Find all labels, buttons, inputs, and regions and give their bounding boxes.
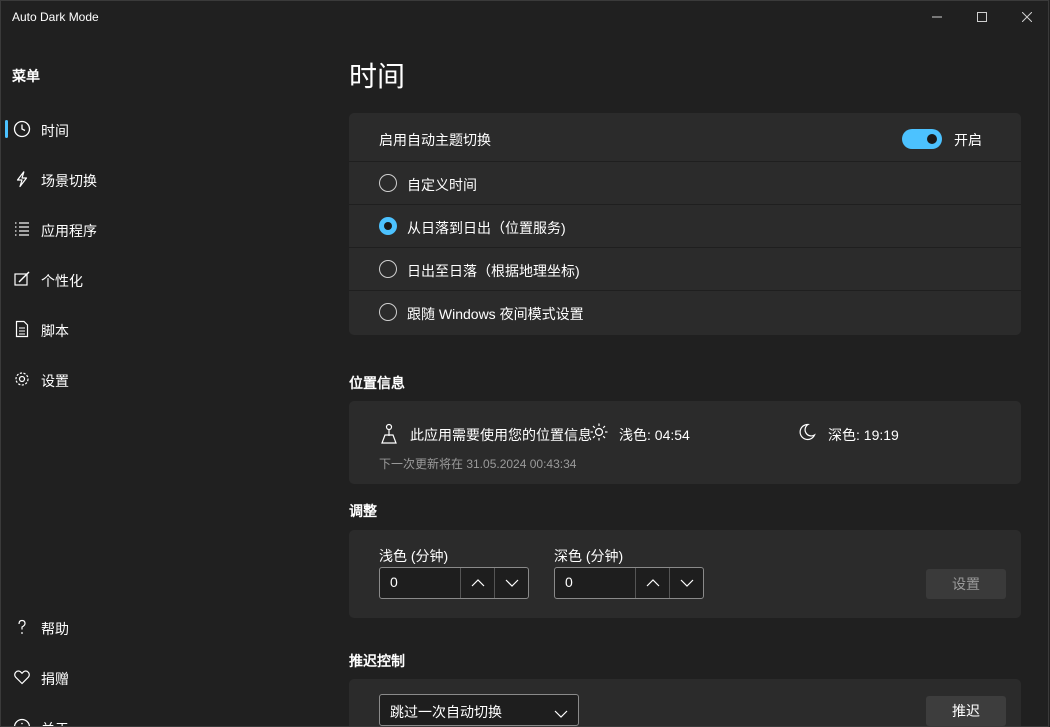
minimize-icon <box>931 16 942 18</box>
sidebar-item-label: 场景切换 <box>41 173 97 189</box>
location-message: 此应用需要使用您的位置信息 <box>410 427 592 443</box>
adjust-section-title: 调整 <box>349 503 377 519</box>
chevron-up-icon <box>471 579 485 587</box>
close-icon <box>1021 12 1032 22</box>
sidebar-item-label: 个性化 <box>41 273 83 289</box>
location-icon <box>379 423 399 450</box>
auto-switch-row: 启用自动主题切换 开启 <box>349 113 1021 161</box>
sidebar-item-label: 关于 <box>41 719 69 726</box>
radio-button[interactable] <box>379 217 397 235</box>
postpone-section-title: 推迟控制 <box>349 653 405 669</box>
dark-offset-stepper[interactable]: 0 <box>554 567 704 599</box>
mode-option-label: 跟随 Windows 夜间模式设置 <box>407 306 584 322</box>
light-offset-value: 0 <box>390 574 398 590</box>
sidebar-item-apps[interactable]: 应用程序 <box>5 209 325 249</box>
app-window: Auto Dark Mode 菜单 时间 场景切换 应用程序 个性化 脚本 设置… <box>0 0 1049 727</box>
heart-icon <box>13 668 31 686</box>
maximize-button[interactable] <box>959 1 1004 33</box>
postpone-button[interactable]: 推迟 <box>926 696 1006 726</box>
title-bar: Auto Dark Mode <box>1 1 1048 33</box>
menu-title: 菜单 <box>12 68 40 84</box>
postpone-select-value: 跳过一次自动切换 <box>390 704 502 720</box>
list-icon <box>13 220 31 238</box>
chevron-down-icon <box>554 705 568 723</box>
theme-switch-card: 启用自动主题切换 开启 自定义时间 从日落到日出（位置服务) 日出至日落（根据地… <box>349 113 1021 335</box>
sidebar-item-label: 应用程序 <box>41 223 97 239</box>
mode-option-sunrise-to-sunset[interactable]: 日出至日落（根据地理坐标) <box>349 247 1021 291</box>
light-offset-label: 浅色 (分钟) <box>379 548 449 564</box>
sidebar-item-label: 捐赠 <box>41 671 69 687</box>
location-section-title: 位置信息 <box>349 375 405 391</box>
maximize-icon <box>976 12 987 22</box>
app-title: Auto Dark Mode <box>12 10 99 24</box>
chevron-down-icon <box>505 579 519 587</box>
radio-button[interactable] <box>379 174 397 192</box>
postpone-select[interactable]: 跳过一次自动切换 <box>379 694 579 726</box>
mode-option-windows-night-light[interactable]: 跟随 Windows 夜间模式设置 <box>349 290 1021 334</box>
mode-option-custom[interactable]: 自定义时间 <box>349 161 1021 205</box>
minimize-button[interactable] <box>914 1 959 33</box>
toggle-knob <box>927 134 937 144</box>
mode-option-label: 从日落到日出（位置服务) <box>407 220 566 236</box>
close-button[interactable] <box>1004 1 1048 33</box>
location-card: 此应用需要使用您的位置信息 浅色: 04:54 深色: 19:19 下一次更新将… <box>349 401 1021 484</box>
page-title: 时间 <box>349 61 406 92</box>
gear-icon <box>13 370 31 388</box>
auto-switch-toggle[interactable] <box>902 129 942 149</box>
sidebar-item-scene-switch[interactable]: 场景切换 <box>5 159 325 199</box>
personalize-icon <box>13 270 31 288</box>
dark-time: 深色: 19:19 <box>828 427 899 443</box>
light-time: 浅色: 04:54 <box>619 427 690 443</box>
next-update-text: 下一次更新将在 31.05.2024 00:43:34 <box>379 457 577 471</box>
increment-button[interactable] <box>635 568 670 598</box>
dark-offset-label: 深色 (分钟) <box>554 548 624 564</box>
sidebar-item-label: 时间 <box>41 123 69 139</box>
sidebar-item-label: 设置 <box>41 373 69 389</box>
sidebar-item-label: 脚本 <box>41 323 69 339</box>
light-offset-stepper[interactable]: 0 <box>379 567 529 599</box>
main-content: 时间 启用自动主题切换 开启 自定义时间 从日落到日出（位置服务) 日出至日落（… <box>331 33 1048 726</box>
sun-icon <box>590 423 608 446</box>
sidebar-item-scripts[interactable]: 脚本 <box>5 309 325 349</box>
sidebar: 菜单 时间 场景切换 应用程序 个性化 脚本 设置 帮助 捐赠 <box>1 33 331 726</box>
chevron-down-icon <box>680 579 694 587</box>
clock-icon <box>13 120 31 138</box>
sidebar-item-about[interactable]: 关于 <box>5 707 325 726</box>
mode-option-sunset-to-sunrise[interactable]: 从日落到日出（位置服务) <box>349 204 1021 248</box>
toggle-state-label: 开启 <box>954 132 982 148</box>
sidebar-item-label: 帮助 <box>41 621 69 637</box>
mode-option-label: 日出至日落（根据地理坐标) <box>407 263 580 279</box>
radio-button[interactable] <box>379 303 397 321</box>
document-icon <box>13 320 31 338</box>
mode-option-label: 自定义时间 <box>407 177 477 193</box>
decrement-button[interactable] <box>669 568 704 598</box>
sidebar-item-settings[interactable]: 设置 <box>5 359 325 399</box>
active-indicator <box>5 120 8 138</box>
sidebar-item-help[interactable]: 帮助 <box>5 607 325 647</box>
apply-offset-button[interactable]: 设置 <box>926 569 1006 599</box>
moon-icon <box>798 423 816 446</box>
dark-offset-value: 0 <box>565 574 573 590</box>
sidebar-item-personalize[interactable]: 个性化 <box>5 259 325 299</box>
sidebar-item-donate[interactable]: 捐赠 <box>5 657 325 697</box>
radio-button[interactable] <box>379 260 397 278</box>
lightning-icon <box>13 170 31 188</box>
question-icon <box>13 618 31 636</box>
chevron-up-icon <box>646 579 660 587</box>
auto-switch-label: 启用自动主题切换 <box>379 132 491 148</box>
info-icon <box>13 718 31 726</box>
postpone-card: 跳过一次自动切换 推迟 <box>349 679 1021 726</box>
decrement-button[interactable] <box>494 568 529 598</box>
increment-button[interactable] <box>460 568 495 598</box>
adjust-card: 浅色 (分钟) 0 深色 (分钟) 0 设置 <box>349 530 1021 618</box>
sidebar-item-time[interactable]: 时间 <box>5 109 325 149</box>
